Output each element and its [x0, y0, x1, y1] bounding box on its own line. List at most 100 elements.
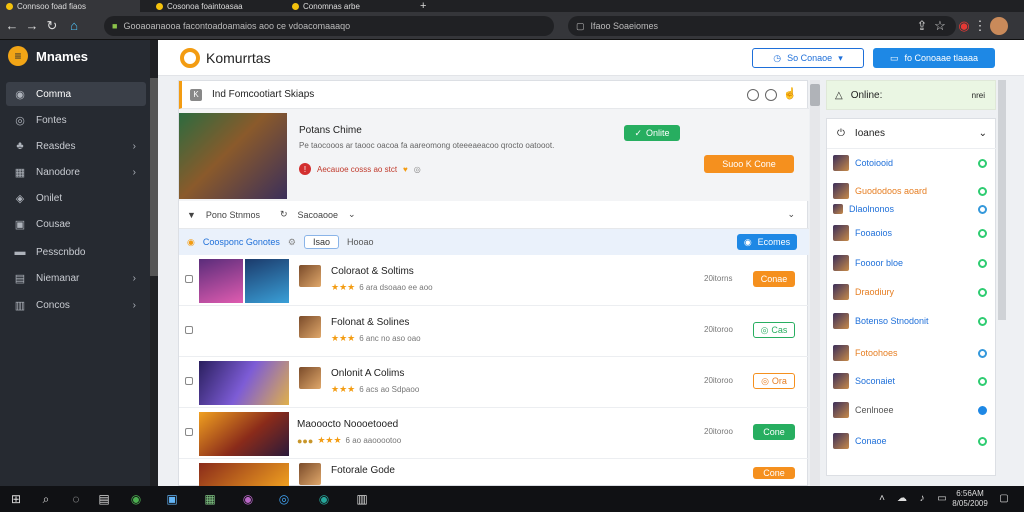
sidebar-item-pesscnbdo[interactable]: ▬ Pesscnbdo: [6, 240, 146, 264]
row-action-button[interactable]: Cone: [753, 424, 795, 440]
filter-label[interactable]: Pono Stnmos: [206, 210, 260, 220]
friend-item[interactable]: Fotoohoes: [833, 343, 989, 363]
app-icon[interactable]: ▦: [202, 491, 218, 507]
volume-icon[interactable]: ♪: [914, 491, 930, 507]
windows-start-icon[interactable]: ⊞: [8, 491, 24, 507]
primary-action-button[interactable]: ▭ fo Conoaae tlaaaa: [873, 48, 995, 68]
friends-list-header[interactable]: ⏻ Ioanes ⌄: [827, 119, 997, 149]
chrome-icon[interactable]: ◉: [128, 491, 144, 507]
reload-icon[interactable]: ↻: [44, 18, 60, 34]
row-action-button[interactable]: ◎ Ora: [753, 373, 795, 389]
home-icon[interactable]: ⌂: [66, 18, 82, 34]
filter-chip-2[interactable]: Hooao: [347, 237, 374, 247]
list-item[interactable]: Maooocto Noooetooed ●●● ★★★ 6 ao aaoooot…: [179, 408, 809, 459]
friend-item[interactable]: Soconaiet: [833, 371, 989, 391]
clock-icon: ◷: [773, 52, 782, 63]
list-item[interactable]: Folonat & Solines ★★★ 6 anc no aso oao 2…: [179, 306, 809, 357]
browser-tab[interactable]: Conomnas arbe: [286, 0, 406, 12]
address-bar[interactable]: ■ Gooaoanaooa facontoadoamaios aoo ce vd…: [104, 16, 554, 36]
share-icon[interactable]: ⇪: [914, 18, 930, 34]
friend-item[interactable]: Conaoe: [833, 431, 989, 451]
featured-game[interactable]: Potans Chime Pe taocooos ar taooc oacoa …: [179, 109, 809, 201]
menu-dots-icon[interactable]: ⋮: [972, 18, 988, 34]
files-icon[interactable]: ▥: [354, 491, 370, 507]
list-item[interactable]: Fotorale Gode Cone: [179, 459, 809, 487]
notifications-icon[interactable]: ▢: [996, 491, 1012, 507]
friend-item[interactable]: Dlaolnonos: [833, 199, 989, 219]
friend-item[interactable]: Cotoiooid: [833, 153, 989, 173]
alert-icon: !: [299, 163, 311, 175]
chevron-down-icon[interactable]: ⌄: [348, 209, 356, 220]
sidebar-item-cousae[interactable]: ▣ Cousae: [6, 212, 146, 236]
chat-icon[interactable]: ◌: [68, 491, 84, 507]
friend-item[interactable]: Botenso Stnodonit: [833, 311, 989, 331]
row-action-button[interactable]: ◎ Cas: [753, 322, 795, 338]
sidebar-logo[interactable]: ≡ Mnames: [8, 46, 88, 66]
row-checkbox[interactable]: [185, 428, 193, 436]
explorer-icon[interactable]: ▣: [164, 491, 180, 507]
sidebar-scrollbar[interactable]: [150, 78, 158, 276]
row-time: 20itoroo: [704, 427, 733, 436]
sidebar-item-nanodore[interactable]: ▦ Nanodore ›: [6, 160, 146, 184]
filter-chip[interactable]: Isao: [304, 235, 340, 249]
info-icon: ◎: [413, 164, 421, 174]
chevron-down-icon[interactable]: ⌄: [979, 128, 987, 139]
store-icon[interactable]: ◉: [316, 491, 332, 507]
row-checkbox[interactable]: [185, 377, 193, 385]
brand-ring-icon: [180, 48, 200, 68]
sidebar-item-onilet[interactable]: ◈ Onilet: [6, 186, 146, 210]
back-icon[interactable]: ←: [4, 18, 20, 34]
tray-up-icon[interactable]: ˄: [874, 491, 890, 507]
friend-item[interactable]: Foooor bloe: [833, 253, 989, 273]
row-action-button[interactable]: Cone: [753, 467, 795, 479]
star-icon[interactable]: ☆: [932, 18, 948, 34]
sidebar-item-concos[interactable]: ▥ Concos ›: [6, 293, 146, 317]
browser-tab[interactable]: Connsoo foad fiaos: [0, 0, 140, 12]
friend-item[interactable]: Draodiury: [833, 282, 989, 302]
collapse-chevron-icon[interactable]: ⌄: [787, 209, 795, 220]
search-icon[interactable]: ⌕: [38, 491, 54, 507]
sidebar-item-label: Reasdes: [36, 140, 76, 152]
row-checkbox[interactable]: [185, 326, 193, 334]
profile-avatar[interactable]: [990, 17, 1008, 35]
browser-search[interactable]: ▢ Ifaoo Soaeiomes: [568, 16, 956, 36]
row-checkbox[interactable]: [185, 275, 193, 283]
friend-item[interactable]: Cenlnoee: [833, 400, 989, 420]
row-avatar: [299, 316, 321, 338]
sidebar-item-niemanar[interactable]: ▤ Niemanar ›: [6, 266, 146, 290]
new-tab-button[interactable]: +: [414, 0, 434, 12]
right-scrollbar[interactable]: [998, 80, 1006, 320]
row-time: 20itoroo: [704, 376, 733, 385]
sort-label[interactable]: Sacoaooe: [298, 210, 339, 220]
clock-icon[interactable]: [765, 89, 777, 101]
scrollbar-thumb[interactable]: [810, 84, 820, 106]
sidebar-item-fontes[interactable]: ◎ Fontes: [6, 108, 146, 132]
sidebar-item-label: Nanodore: [36, 166, 80, 178]
media-icon[interactable]: ◉: [240, 491, 256, 507]
filter-apply-button[interactable]: ◉ Ecomes: [737, 234, 797, 250]
join-button[interactable]: Suoo K Cone: [704, 155, 794, 173]
battery-icon[interactable]: ▭: [934, 491, 950, 507]
row-action-button[interactable]: Conae: [753, 271, 795, 287]
thumbs-up-icon[interactable]: ☝: [783, 87, 797, 100]
sidebar-item-reasdes[interactable]: ♣ Reasdes ›: [6, 134, 146, 158]
edge-icon[interactable]: ◎: [276, 491, 292, 507]
chevron-right-icon: ›: [132, 272, 136, 284]
friend-item[interactable]: Guododoos aoard: [833, 181, 989, 201]
sidebar-item-comma[interactable]: ◉ Comma: [6, 82, 146, 106]
panel-search-bar[interactable]: K Ind Fomcootiart Skiaps ☝: [179, 81, 809, 109]
friend-item[interactable]: Fooaoios: [833, 223, 989, 243]
content-scrollbar[interactable]: [810, 80, 820, 486]
browser-tab[interactable]: Cosonoa foaintoasaa: [150, 0, 280, 12]
forward-icon[interactable]: →: [24, 18, 40, 34]
clock[interactable]: 6:56AM 8/05/2009: [952, 489, 988, 509]
list-item[interactable]: Onlonit A Colims ★★★ 6 acs ao Sdpaoo 20i…: [179, 357, 809, 408]
list-item[interactable]: Coloraot & Soltims ★★★ 6 ara dsoaao ee a…: [179, 255, 809, 306]
outline-action-button[interactable]: ◷ So Conaoe ▾: [752, 48, 864, 68]
info-icon[interactable]: [747, 89, 759, 101]
network-icon[interactable]: ☁: [894, 491, 910, 507]
online-button[interactable]: ✓ Onlite: [624, 125, 680, 141]
status-online-icon: [978, 436, 987, 446]
extension-icon[interactable]: ◉: [956, 18, 972, 34]
task-view-icon[interactable]: ▤: [96, 491, 112, 507]
